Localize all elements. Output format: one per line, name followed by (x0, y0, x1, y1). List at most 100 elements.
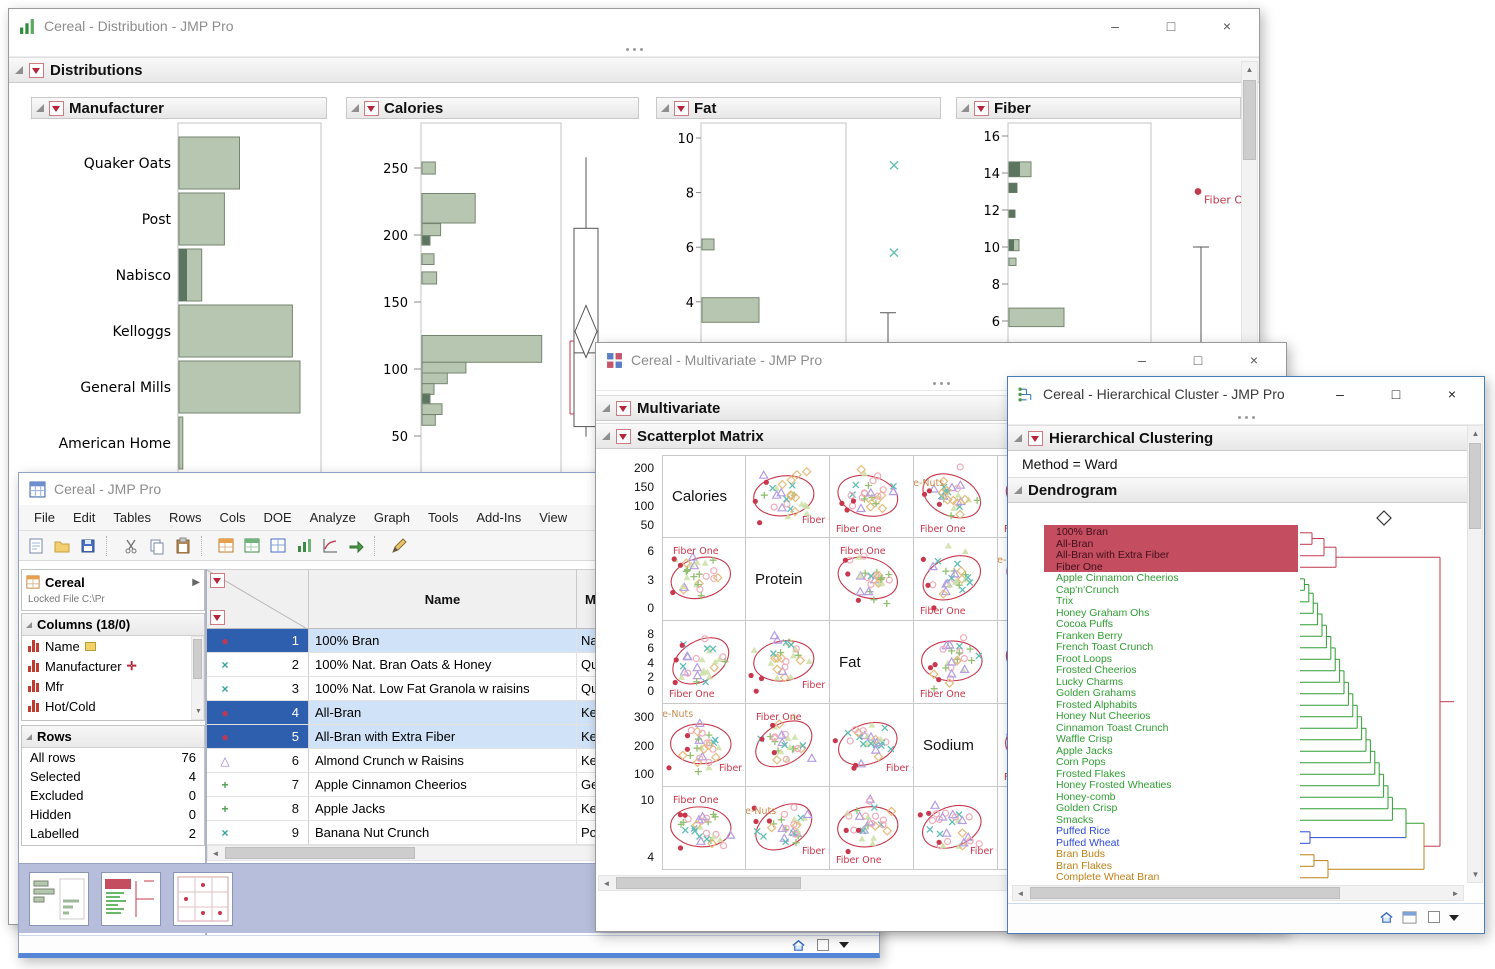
scatter-cell[interactable]: Fiber One (914, 538, 998, 621)
scroll-up-arrow[interactable]: ▲ (1242, 62, 1257, 77)
summary-icon[interactable] (241, 535, 263, 557)
column-item-mfr[interactable]: Mfr (22, 676, 204, 696)
cell-name[interactable]: All-Bran (309, 701, 577, 725)
cell-name[interactable]: All-Bran with Extra Fiber (309, 725, 577, 749)
red-triangle-menu-icon[interactable] (616, 429, 631, 444)
status-dropdown-arrow[interactable] (1449, 915, 1459, 926)
scatter-cell[interactable]: Fiber One (830, 787, 914, 870)
scatter-cell[interactable]: Fiber One (662, 538, 746, 621)
red-triangle-menu-icon[interactable] (616, 401, 631, 416)
disclosure-triangle-icon[interactable] (1014, 434, 1022, 442)
menu-file[interactable]: File (25, 506, 64, 529)
menu-tables[interactable]: Tables (104, 506, 160, 529)
row-number-cell[interactable]: ●5 (207, 725, 309, 749)
row-number-cell[interactable]: ×3 (207, 677, 309, 701)
red-triangle-menu-icon[interactable] (210, 610, 225, 625)
columns-scrollbar[interactable]: ▼ (191, 636, 204, 720)
journal-thumbnail-cluster[interactable] (101, 872, 161, 926)
scroll-right-arrow[interactable]: ► (1448, 886, 1463, 901)
menu-doe[interactable]: DOE (254, 506, 300, 529)
manufacturer-bar-chart[interactable]: Quaker OatsPostNabiscoKelloggsGeneral Mi… (31, 119, 327, 487)
disclosure-triangle-icon[interactable] (961, 104, 969, 112)
red-triangle-menu-icon[interactable] (674, 101, 689, 116)
close-button[interactable]: × (1219, 18, 1235, 34)
multivariate-titlebar[interactable]: Cereal - Multivariate - JMP Pro – □ × (596, 343, 1286, 377)
row-stat-labelled[interactable]: Labelled2 (22, 824, 204, 843)
scatter-cell[interactable]: Fiber One (746, 455, 830, 538)
scatter-cell[interactable]: Fiber One (914, 787, 998, 870)
disclosure-triangle-icon[interactable] (36, 104, 44, 112)
scroll-left-arrow[interactable]: ◄ (1013, 886, 1028, 901)
scatter-cell[interactable]: Fiber One (662, 621, 746, 704)
cell-name[interactable]: 100% Nat. Low Fat Granola w raisins (309, 677, 577, 701)
column-item-name[interactable]: Name (22, 636, 204, 656)
minimize-button[interactable]: – (1332, 386, 1348, 402)
scatter-cell[interactable]: Fiber OneGrape-Nuts (662, 704, 746, 787)
column-header-name[interactable]: Name (309, 570, 577, 628)
column-item-manufacturer[interactable]: Manufacturer✛ (22, 656, 204, 676)
minimize-button[interactable]: – (1107, 18, 1123, 34)
scatter-cell[interactable]: Fiber One (830, 538, 914, 621)
disclosure-triangle-icon[interactable] (351, 104, 359, 112)
home-icon[interactable] (791, 938, 806, 953)
journal-thumbnail-distribution[interactable] (29, 872, 89, 926)
menu-edit[interactable]: Edit (64, 506, 104, 529)
cluster-vertical-scrollbar[interactable]: ▲ ▼ (1467, 425, 1483, 883)
maximize-button[interactable]: □ (1388, 386, 1404, 402)
row-number-cell[interactable]: ●4 (207, 701, 309, 725)
row-number-cell[interactable]: △6 (207, 749, 309, 773)
scroll-up-arrow[interactable]: ▲ (1468, 426, 1483, 441)
layout-icon[interactable] (267, 535, 289, 557)
cluster-titlebar[interactable]: Cereal - Hierarchical Cluster - JMP Pro … (1008, 377, 1484, 411)
status-checkbox[interactable] (1428, 911, 1440, 923)
cell-name[interactable]: Apple Jacks (309, 797, 577, 821)
cluster-horizontal-scrollbar[interactable]: ◄ ► (1012, 885, 1464, 901)
cell-name[interactable]: Almond Crunch w Raisins (309, 749, 577, 773)
menu-cols[interactable]: Cols (210, 506, 254, 529)
maximize-button[interactable]: □ (1163, 18, 1179, 34)
cell-name[interactable]: 100% Nat. Bran Oats & Honey (309, 653, 577, 677)
copy-icon[interactable] (146, 535, 168, 557)
maximize-button[interactable]: □ (1190, 352, 1206, 368)
scatter-cell[interactable]: Fiber One (830, 704, 914, 787)
menu-addins[interactable]: Add-Ins (467, 506, 530, 529)
disclosure-triangle-icon[interactable] (26, 734, 32, 740)
home-icon[interactable] (1379, 910, 1394, 925)
disclosure-triangle-icon[interactable] (661, 104, 669, 112)
disclosure-triangle-icon[interactable] (1014, 486, 1022, 494)
run-script-icon[interactable] (345, 535, 367, 557)
disclosure-triangle-icon[interactable] (15, 66, 23, 74)
scroll-down-arrow[interactable]: ▼ (1468, 867, 1483, 882)
row-stat-excluded[interactable]: Excluded0 (22, 786, 204, 805)
scatter-cell[interactable]: Fiber One (662, 787, 746, 870)
row-stat-allrows[interactable]: All rows76 (22, 748, 204, 767)
red-triangle-menu-icon[interactable] (1028, 431, 1043, 446)
disclosure-triangle-icon[interactable] (602, 404, 610, 412)
scatter-cell[interactable]: Fiber One (746, 621, 830, 704)
scatter-cell[interactable]: Fiber One (914, 621, 998, 704)
row-number-cell[interactable]: +8 (207, 797, 309, 821)
row-number-cell[interactable]: ×9 (207, 821, 309, 845)
row-stat-hidden[interactable]: Hidden0 (22, 805, 204, 824)
cut-icon[interactable] (120, 535, 142, 557)
row-number-cell[interactable]: ×2 (207, 653, 309, 677)
close-button[interactable]: × (1444, 386, 1460, 402)
toolbar-overflow-handle[interactable] (1008, 411, 1484, 425)
scrollbar-thumb[interactable] (1243, 80, 1256, 160)
cell-name[interactable]: Banana Nut Crunch (309, 821, 577, 845)
window-layout-icon[interactable] (1402, 910, 1417, 925)
cell-name[interactable]: Apple Cinnamon Cheerios (309, 773, 577, 797)
cell-name[interactable]: 100% Bran (309, 629, 577, 653)
red-triangle-menu-icon[interactable] (210, 573, 225, 588)
scrollbar-thumb[interactable] (1030, 887, 1340, 899)
scrollbar-thumb[interactable] (1469, 443, 1481, 529)
red-triangle-menu-icon[interactable] (49, 101, 64, 116)
rows-panel-header[interactable]: Rows (22, 726, 204, 748)
dendrogram-tree[interactable] (1008, 503, 1467, 885)
journal-thumbnail-multivariate[interactable] (173, 872, 233, 926)
distribution-titlebar[interactable]: Cereal - Distribution - JMP Pro – □ × (9, 9, 1259, 43)
scroll-down-arrow[interactable]: ▼ (191, 704, 206, 719)
red-triangle-menu-icon[interactable] (974, 101, 989, 116)
save-icon[interactable] (77, 535, 99, 557)
menu-rows[interactable]: Rows (160, 506, 211, 529)
